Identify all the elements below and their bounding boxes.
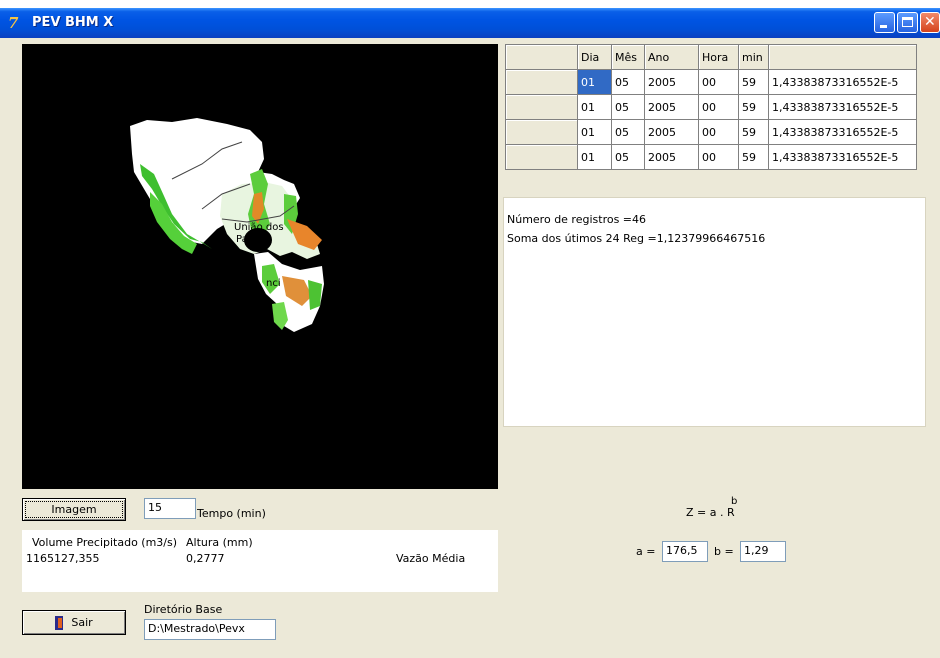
basin-green-stripe-4 [308, 280, 322, 310]
table-row[interactable]: 01 05 2005 00 59 1,43383873316552E-5 [505, 119, 917, 145]
grid-cell[interactable]: 1,43383873316552E-5 [768, 119, 917, 145]
maximize-icon [902, 17, 913, 27]
grid-cell[interactable]: 00 [698, 94, 739, 120]
b-label: b = [714, 545, 734, 558]
grid-cell[interactable]: 2005 [644, 119, 699, 145]
formula-text: Z = a . R [686, 506, 735, 519]
grid-cell[interactable]: 05 [611, 94, 645, 120]
a-input[interactable]: 176,5 [662, 541, 708, 562]
grid-header-min: min [738, 44, 769, 70]
close-button[interactable]: ✕ [920, 12, 940, 33]
grid-cell[interactable]: 01 [577, 69, 612, 95]
app-icon: 7 [8, 14, 19, 32]
table-row[interactable]: 01 05 2005 00 59 1,43383873316552E-5 [505, 144, 917, 170]
grid-header-row: Dia Mês Ano Hora min [505, 44, 917, 70]
vazao-label: Vazão Média [396, 552, 466, 565]
grid-cell[interactable]: 2005 [644, 94, 699, 120]
map-label-palm: Palm [236, 234, 260, 245]
window-title: PEV BHM X [32, 15, 114, 30]
grid-cell[interactable]: 01 [577, 144, 612, 170]
basin-map: União dos Palm nci [130, 118, 324, 332]
grid-cell[interactable]: 1,43383873316552E-5 [768, 144, 917, 170]
grid-header-value [768, 44, 917, 70]
map-label-nci: nci [266, 278, 281, 289]
minimize-button[interactable] [874, 12, 895, 33]
a-label: a = [636, 545, 656, 558]
table-row[interactable]: 01 05 2005 00 59 1,43383873316552E-5 [505, 69, 917, 95]
diretorio-input[interactable]: D:\Mestrado\Pevx [144, 619, 276, 640]
row-indicator[interactable] [505, 119, 578, 145]
results-memo[interactable]: Número de registros =46 Soma dos útimos … [503, 197, 926, 427]
row-indicator[interactable] [505, 144, 578, 170]
grid-cell[interactable]: 59 [738, 119, 769, 145]
grid-cell[interactable]: 2005 [644, 69, 699, 95]
minimize-icon [880, 25, 887, 28]
sair-button-label: Sair [71, 616, 93, 629]
results-panel: Volume Precipitado (m3/s) 1165127,355 Al… [22, 530, 498, 592]
door-exit-icon [55, 616, 65, 630]
map-image: União dos Palm nci [22, 44, 498, 489]
maximize-button[interactable] [897, 12, 918, 33]
row-indicator[interactable] [505, 94, 578, 120]
tempo-input[interactable]: 15 [144, 498, 196, 519]
grid-cell[interactable]: 2005 [644, 144, 699, 170]
grid-cell[interactable]: 59 [738, 94, 769, 120]
grid-corner-cell [505, 44, 578, 70]
grid-cell[interactable]: 59 [738, 69, 769, 95]
volume-label: Volume Precipitado (m3/s) [32, 536, 178, 549]
grid-header-mes: Mês [611, 44, 645, 70]
grid-cell[interactable]: 1,43383873316552E-5 [768, 69, 917, 95]
grid-header-ano: Ano [644, 44, 699, 70]
grid-cell[interactable]: 59 [738, 144, 769, 170]
close-icon: ✕ [924, 14, 936, 30]
row-indicator[interactable] [505, 69, 578, 95]
table-row[interactable]: 01 05 2005 00 59 1,43383873316552E-5 [505, 94, 917, 120]
grid-cell[interactable]: 05 [611, 144, 645, 170]
memo-line-registros: Número de registros =46 [507, 213, 647, 226]
diretorio-label: Diretório Base [144, 603, 223, 616]
grid-cell[interactable]: 01 [577, 94, 612, 120]
grid-header-dia: Dia [577, 44, 612, 70]
memo-line-soma: Soma dos útimos 24 Reg =1,12379966467516 [507, 232, 766, 245]
title-bar[interactable]: 7 PEV BHM X ✕ [0, 8, 940, 38]
b-input[interactable]: 1,29 [740, 541, 786, 562]
grid-cell[interactable]: 05 [611, 119, 645, 145]
grid-cell[interactable]: 1,43383873316552E-5 [768, 94, 917, 120]
tempo-label: Tempo (min) [197, 507, 266, 520]
imagem-button[interactable]: Imagem [22, 498, 126, 521]
sair-button[interactable]: Sair [22, 610, 126, 635]
grid-cell[interactable]: 05 [611, 69, 645, 95]
altura-label: Altura (mm) [186, 536, 253, 549]
grid-cell[interactable]: 00 [698, 69, 739, 95]
volume-value: 1165127,355 [26, 552, 100, 565]
grid-cell[interactable]: 00 [698, 144, 739, 170]
grid-cell[interactable]: 00 [698, 119, 739, 145]
formula-exponent: b [731, 496, 738, 507]
data-grid[interactable]: Dia Mês Ano Hora min 01 05 2005 00 59 1,… [505, 44, 930, 190]
grid-cell[interactable]: 01 [577, 119, 612, 145]
map-label-uniao: União dos [234, 222, 284, 233]
altura-value: 0,2777 [186, 552, 225, 565]
grid-header-hora: Hora [698, 44, 739, 70]
